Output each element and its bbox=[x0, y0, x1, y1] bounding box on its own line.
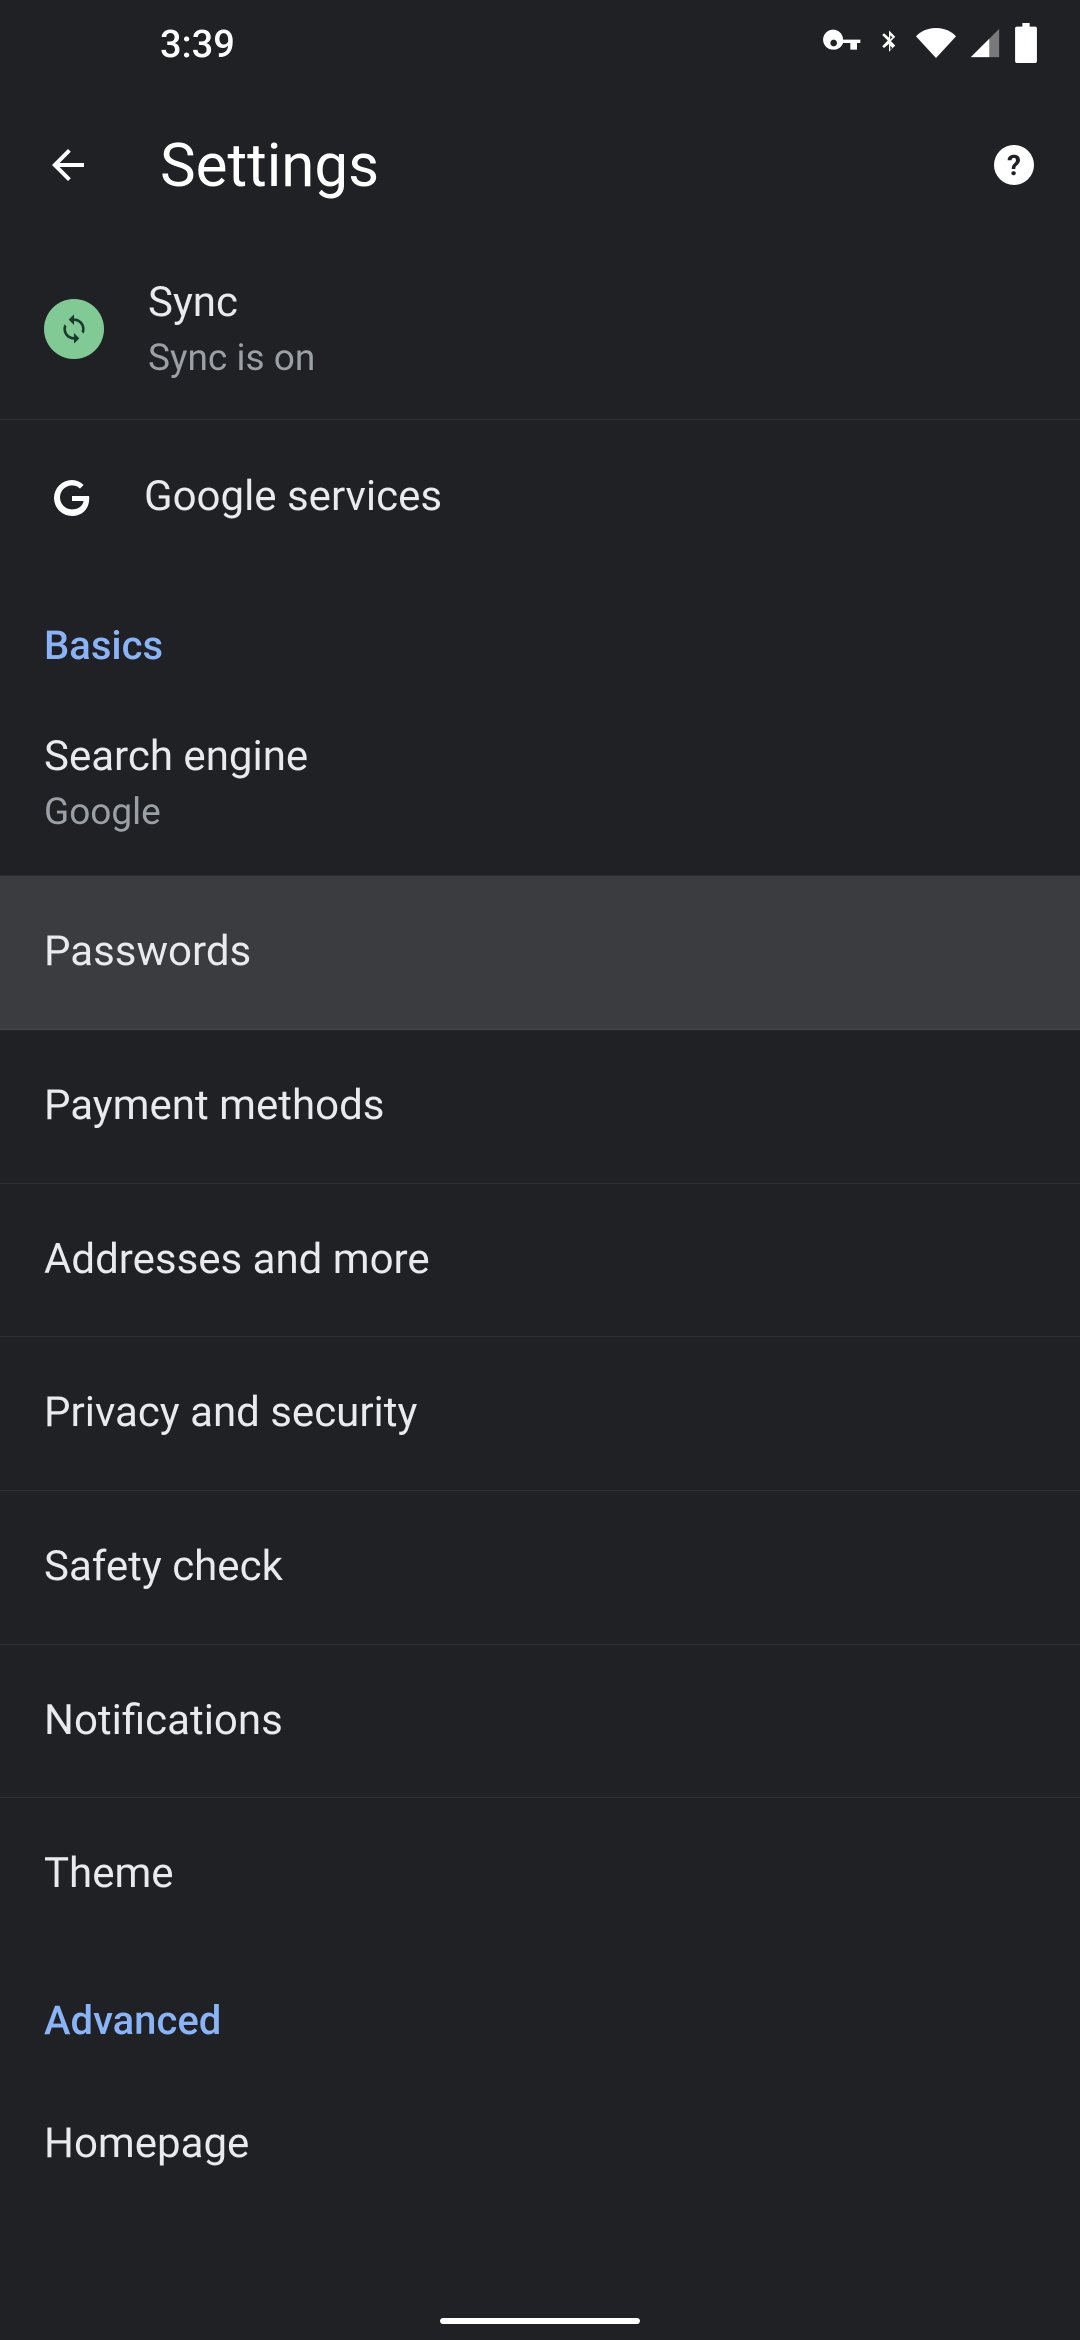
settings-list: Sync Sync is on Google services Basics S… bbox=[0, 240, 1080, 2221]
payment-methods-title: Payment methods bbox=[44, 1078, 1036, 1135]
google-services-label: Google services bbox=[144, 470, 442, 525]
page-title: Settings bbox=[160, 130, 924, 201]
safety-check-title: Safety check bbox=[44, 1539, 1036, 1596]
status-time: 3:39 bbox=[42, 23, 235, 67]
google-logo-icon bbox=[44, 470, 100, 526]
sync-icon bbox=[44, 299, 104, 359]
wifi-icon bbox=[916, 23, 956, 67]
help-icon: ? bbox=[990, 141, 1038, 189]
nav-indicator bbox=[440, 2318, 640, 2324]
passwords-row[interactable]: Passwords bbox=[0, 876, 1080, 1030]
addresses-row[interactable]: Addresses and more bbox=[0, 1184, 1080, 1338]
safety-check-row[interactable]: Safety check bbox=[0, 1491, 1080, 1645]
homepage-row[interactable]: Homepage bbox=[0, 2068, 1080, 2221]
payment-methods-row[interactable]: Payment methods bbox=[0, 1030, 1080, 1184]
vpn-key-icon bbox=[822, 23, 862, 67]
sync-subtitle: Sync is on bbox=[148, 335, 315, 383]
search-engine-title: Search engine bbox=[44, 729, 1036, 786]
notifications-title: Notifications bbox=[44, 1693, 1036, 1750]
google-services-row[interactable]: Google services bbox=[0, 420, 1080, 576]
sync-row[interactable]: Sync Sync is on bbox=[0, 240, 1080, 420]
signal-icon bbox=[968, 26, 1002, 64]
search-engine-sub: Google bbox=[44, 787, 1036, 839]
notifications-row[interactable]: Notifications bbox=[0, 1645, 1080, 1799]
privacy-row[interactable]: Privacy and security bbox=[0, 1337, 1080, 1491]
section-advanced: Advanced bbox=[0, 1951, 1080, 2068]
arrow-back-icon bbox=[44, 141, 92, 189]
theme-row[interactable]: Theme bbox=[0, 1798, 1080, 1951]
status-bar: 3:39 bbox=[0, 0, 1080, 90]
bluetooth-icon bbox=[874, 28, 904, 62]
privacy-title: Privacy and security bbox=[44, 1385, 1036, 1442]
status-icons bbox=[822, 23, 1038, 67]
sync-text: Sync Sync is on bbox=[148, 276, 315, 383]
battery-icon bbox=[1014, 23, 1038, 67]
back-button[interactable] bbox=[38, 135, 98, 195]
theme-title: Theme bbox=[44, 1846, 1036, 1903]
addresses-title: Addresses and more bbox=[44, 1232, 1036, 1289]
help-button[interactable]: ? bbox=[986, 137, 1042, 193]
sync-title: Sync bbox=[148, 276, 315, 331]
section-basics: Basics bbox=[0, 576, 1080, 693]
app-bar: Settings ? bbox=[0, 90, 1080, 240]
search-engine-row[interactable]: Search engine Google bbox=[0, 693, 1080, 876]
passwords-title: Passwords bbox=[44, 924, 1036, 981]
homepage-title: Homepage bbox=[44, 2116, 1036, 2173]
svg-text:?: ? bbox=[1007, 149, 1021, 182]
